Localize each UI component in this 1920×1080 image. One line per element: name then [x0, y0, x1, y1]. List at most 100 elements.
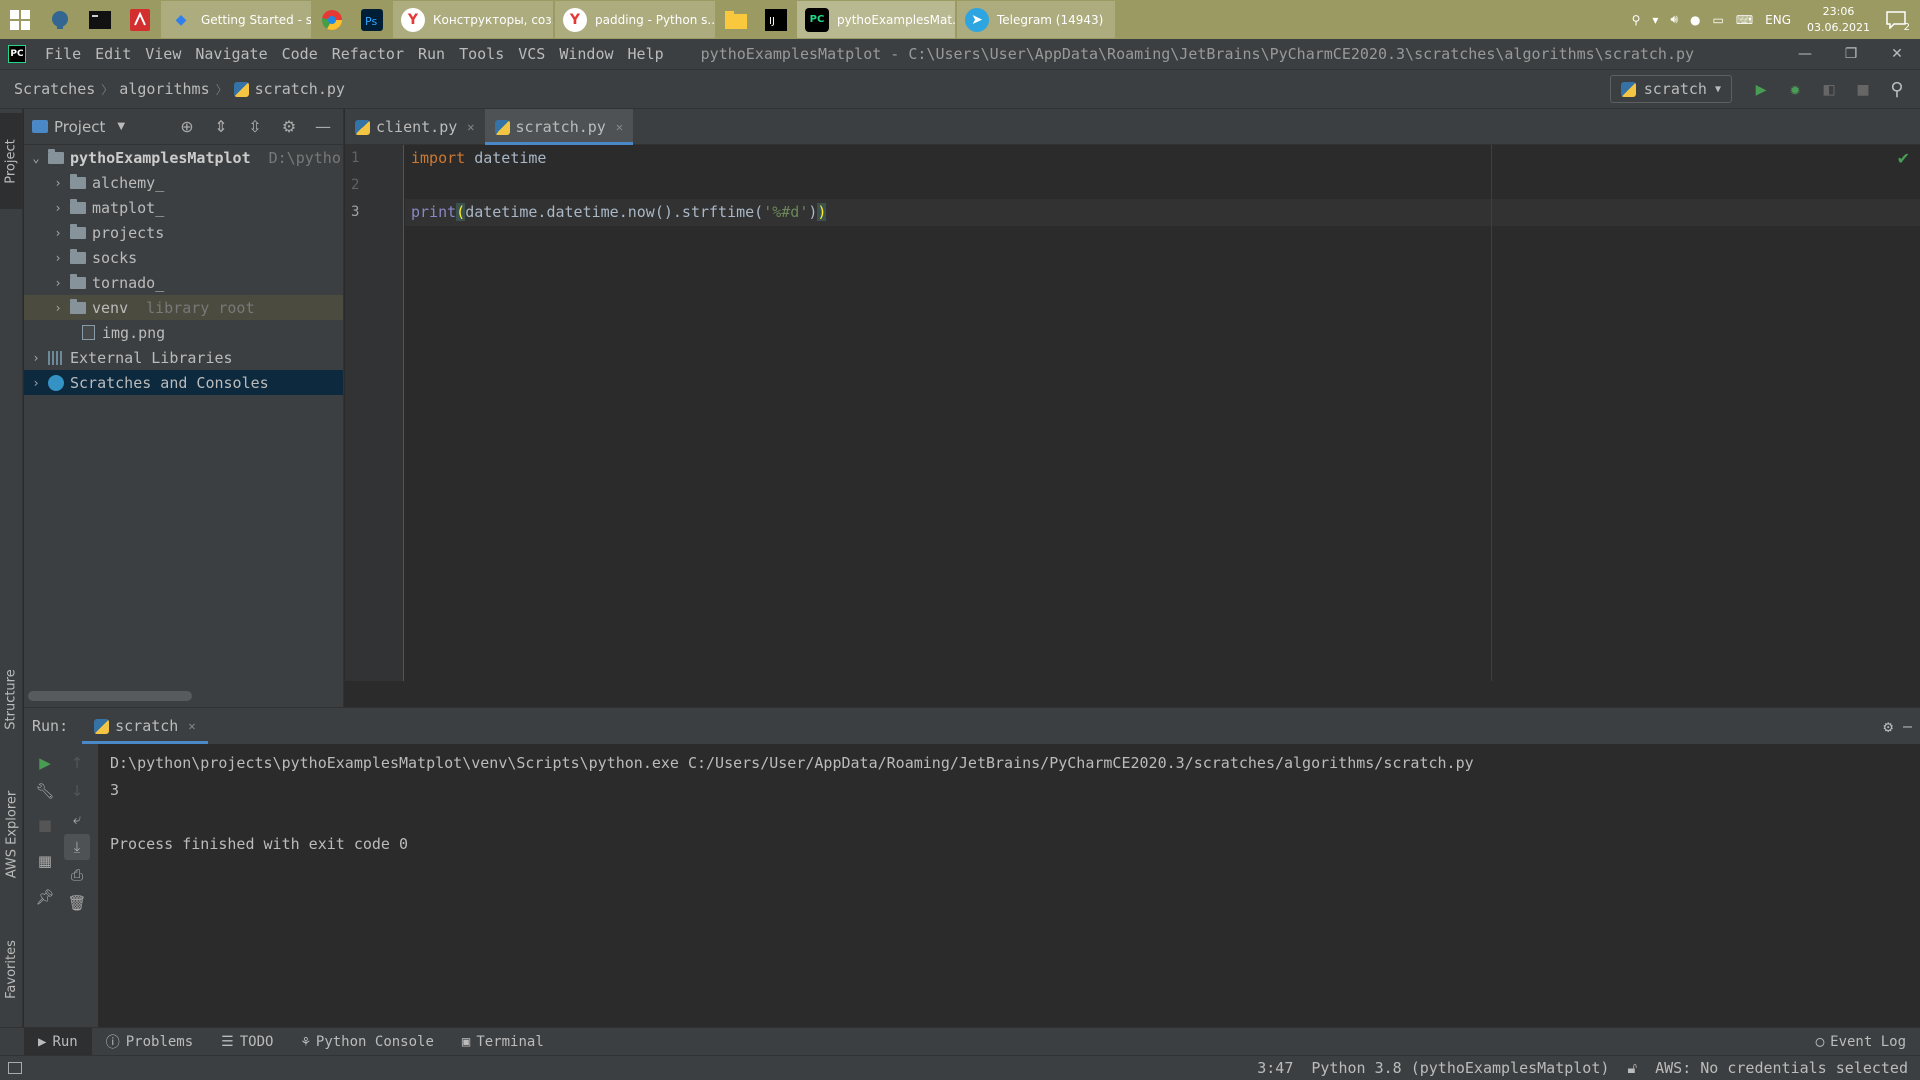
- tree-item-alchemy[interactable]: › alchemy_: [24, 170, 343, 195]
- breadcrumb-scratches[interactable]: Scratches: [0, 80, 99, 98]
- taskbar-button-yandex-1[interactable]: Y Конструкторы, соз...: [393, 1, 553, 38]
- taskbar-button-telegram[interactable]: ➤ Telegram (14943): [957, 1, 1115, 38]
- tray-chevron-icon[interactable]: ▾: [1646, 0, 1664, 39]
- expand-all-icon[interactable]: ⇕: [209, 115, 233, 139]
- tree-item-socks[interactable]: › socks: [24, 245, 343, 270]
- tree-item-external-libraries[interactable]: › External Libraries: [24, 345, 343, 370]
- inspection-ok-icon[interactable]: ✔: [1897, 149, 1910, 168]
- menu-file[interactable]: File: [38, 45, 88, 63]
- chrome-icon[interactable]: [312, 0, 352, 39]
- aws-connection[interactable]: AWS: No credentials selected: [1655, 1059, 1908, 1077]
- toggle-tool-windows-icon[interactable]: [8, 1062, 22, 1074]
- scroll-to-end-icon[interactable]: ⤓: [64, 834, 90, 860]
- wrench-icon[interactable]: 🔧︎: [32, 778, 58, 804]
- tab-client-py[interactable]: client.py ✕: [345, 109, 485, 145]
- tool-tab-favorites[interactable]: Favorites: [0, 919, 23, 1019]
- photoshop-icon[interactable]: Ps: [352, 0, 392, 39]
- python-interpreter[interactable]: Python 3.8 (pythoExamplesMatplot): [1311, 1059, 1609, 1077]
- menu-view[interactable]: View: [138, 45, 188, 63]
- volume-icon[interactable]: 🔊︎: [1664, 0, 1684, 39]
- run-icon[interactable]: ▶: [1744, 72, 1778, 106]
- file-explorer-icon[interactable]: [716, 0, 756, 39]
- pgadmin-icon[interactable]: [40, 0, 80, 39]
- menu-vcs[interactable]: VCS: [511, 45, 552, 63]
- tool-button-terminal[interactable]: ▣ Terminal: [448, 1028, 558, 1056]
- code-editor[interactable]: import datetime print(datetime.datetime.…: [405, 145, 1920, 681]
- search-everywhere-icon[interactable]: ⚲: [1880, 72, 1914, 106]
- debug-icon[interactable]: ✹: [1778, 72, 1812, 106]
- up-arrow-icon[interactable]: ↑: [64, 750, 90, 776]
- hide-panel-icon[interactable]: —: [1903, 717, 1912, 736]
- terminal-icon[interactable]: [80, 0, 120, 39]
- run-configuration-select[interactable]: scratch ▼: [1609, 75, 1732, 103]
- menu-window[interactable]: Window: [552, 45, 620, 63]
- intellij-icon[interactable]: IJ: [756, 0, 796, 39]
- menu-tools[interactable]: Tools: [452, 45, 511, 63]
- print-icon[interactable]: ⎙: [64, 862, 90, 888]
- soft-wrap-icon[interactable]: ⤶: [64, 806, 90, 832]
- tool-button-problems[interactable]: ⓘ Problems: [92, 1028, 207, 1056]
- gear-icon[interactable]: ⚙: [277, 115, 301, 139]
- gear-icon[interactable]: ⚙: [1883, 717, 1893, 736]
- tree-item-scratches[interactable]: › Scratches and Consoles: [24, 370, 343, 395]
- keyboard-icon[interactable]: ⌨: [1730, 0, 1759, 39]
- close-tab-icon[interactable]: ✕: [467, 120, 474, 134]
- tool-button-python-console[interactable]: ⚘ Python Console: [287, 1028, 447, 1056]
- minimize-icon[interactable]: —: [1782, 46, 1828, 62]
- windows-start-icon[interactable]: [0, 0, 40, 39]
- menu-run[interactable]: Run: [411, 45, 452, 63]
- tool-button-event-log[interactable]: ◯ Event Log: [1802, 1028, 1920, 1056]
- people-icon[interactable]: ⚲: [1626, 0, 1647, 39]
- network-icon[interactable]: ▭: [1706, 0, 1729, 39]
- restore-icon[interactable]: ❐: [1828, 46, 1874, 62]
- horizontal-scrollbar[interactable]: [28, 691, 192, 701]
- tree-item-venv[interactable]: › venv library root: [24, 295, 343, 320]
- tab-scratch-py[interactable]: scratch.py ✕: [484, 109, 634, 145]
- taskbar-button-yandex-2[interactable]: Y padding - Python s...: [555, 1, 715, 38]
- window-title: pythoExamplesMatplot - C:\Users\User\App…: [700, 45, 1695, 63]
- menu-refactor[interactable]: Refactor: [325, 45, 411, 63]
- menu-navigate[interactable]: Navigate: [188, 45, 274, 63]
- tree-item-projects[interactable]: › projects: [24, 220, 343, 245]
- down-arrow-icon[interactable]: ↓: [64, 778, 90, 804]
- close-tab-icon[interactable]: ✕: [188, 719, 195, 733]
- taskbar-button-vscode[interactable]: ◆ Getting Started - sq...: [161, 1, 311, 38]
- menu-help[interactable]: Help: [621, 45, 671, 63]
- tree-item-matplot[interactable]: › matplot_: [24, 195, 343, 220]
- tree-item-tornado[interactable]: › tornado_: [24, 270, 343, 295]
- language-indicator[interactable]: ENG: [1759, 0, 1797, 39]
- tool-button-todo[interactable]: ☰ TODO: [207, 1028, 287, 1056]
- breadcrumb-scratch-file[interactable]: scratch.py: [230, 80, 349, 98]
- menu-code[interactable]: Code: [275, 45, 325, 63]
- layout-icon[interactable]: ▦: [32, 848, 58, 874]
- acrobat-icon[interactable]: [120, 0, 160, 39]
- project-view-select[interactable]: Project ▼: [32, 118, 125, 136]
- console-output[interactable]: D:\python\projects\pythoExamplesMatplot\…: [98, 744, 1920, 1028]
- stop-icon[interactable]: ■: [1846, 72, 1880, 106]
- hide-panel-icon[interactable]: —: [311, 115, 335, 139]
- tree-item-img[interactable]: img.png: [24, 320, 343, 345]
- collapse-all-icon[interactable]: ⇳: [243, 115, 267, 139]
- tool-button-run[interactable]: ▶ Run: [24, 1027, 92, 1056]
- rerun-icon[interactable]: ▶: [32, 750, 58, 776]
- lock-icon[interactable]: 🔓︎: [1627, 1059, 1637, 1077]
- tool-tab-project[interactable]: Project: [0, 113, 23, 209]
- tool-tab-aws-explorer[interactable]: AWS Explorer: [0, 769, 23, 899]
- pin-icon[interactable]: 📌︎: [32, 884, 58, 910]
- tree-root[interactable]: ⌄ pythoExamplesMatplot D:\pytho: [24, 145, 343, 170]
- caret-position[interactable]: 3:47: [1257, 1059, 1293, 1077]
- menu-edit[interactable]: Edit: [88, 45, 138, 63]
- trash-icon[interactable]: 🗑︎: [64, 890, 90, 916]
- close-tab-icon[interactable]: ✕: [616, 120, 623, 134]
- run-tab-scratch[interactable]: scratch ✕: [82, 708, 209, 744]
- notification-center-icon[interactable]: 2: [1880, 0, 1920, 39]
- locate-file-icon[interactable]: ⊕: [175, 115, 199, 139]
- breadcrumb-algorithms[interactable]: algorithms: [115, 80, 213, 98]
- stop-icon[interactable]: ■: [32, 812, 58, 838]
- microphone-icon[interactable]: ●: [1684, 0, 1706, 39]
- taskbar-button-pycharm[interactable]: PC pythoExamplesMat...: [797, 1, 955, 38]
- clock[interactable]: 23:06 03.06.2021: [1797, 4, 1880, 36]
- coverage-icon[interactable]: ◧: [1812, 72, 1846, 106]
- tool-tab-structure[interactable]: Structure: [0, 649, 23, 749]
- close-icon[interactable]: ✕: [1874, 46, 1920, 62]
